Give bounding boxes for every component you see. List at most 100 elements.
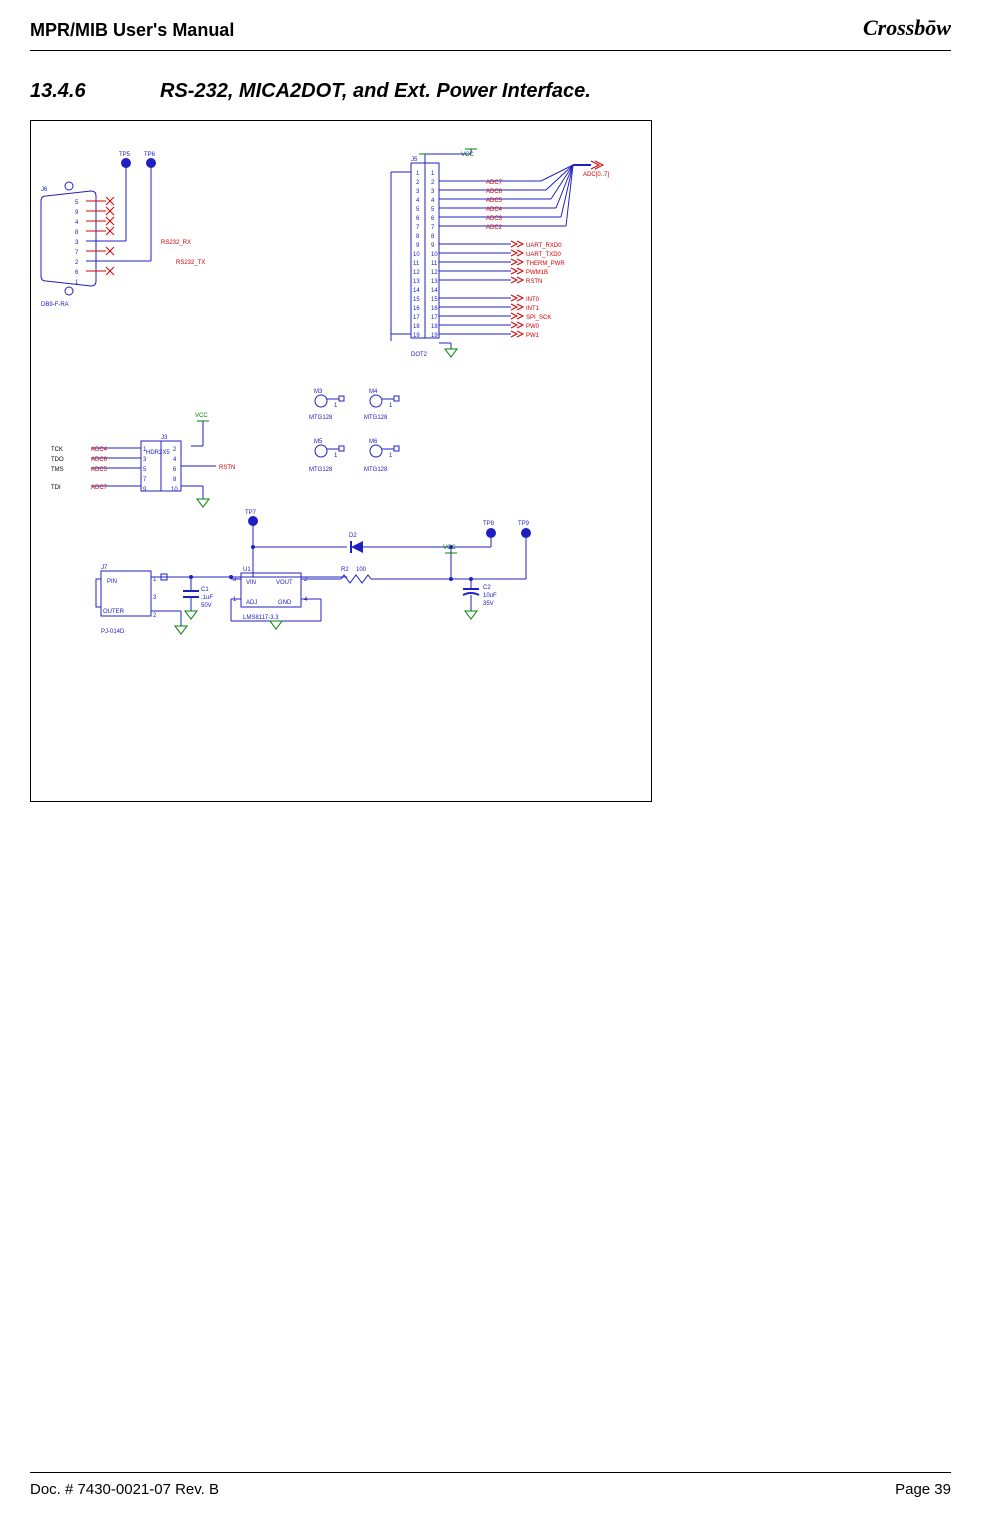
c1-ref: C1: [201, 587, 209, 593]
j5-uart-rxd0: UART_RXD0: [526, 243, 562, 249]
svg-text:6: 6: [416, 216, 420, 222]
j7-pin1: 1: [153, 577, 157, 583]
footer-rule: [30, 1472, 951, 1473]
svg-text:8: 8: [431, 234, 435, 240]
r2-resistor: R2 100: [331, 567, 451, 583]
u1-num3: 3: [233, 577, 237, 583]
svg-text:10: 10: [171, 487, 178, 493]
j3-adc5: ADC5: [91, 467, 108, 473]
section-title: RS-232, MICA2DOT, and Ext. Power Interfa…: [160, 80, 591, 103]
d2-diode: D2: [251, 533, 451, 553]
db9-pin-5: 5: [75, 200, 79, 206]
adc-bus-label: ADC[0..7]: [583, 172, 609, 178]
u1-num1: 1: [233, 597, 237, 603]
j3-tdi: TDI: [51, 485, 61, 491]
vcc-label: VCC: [443, 545, 456, 551]
j5-arrow-ports: [511, 241, 523, 337]
schematic-frame: J6 5 9 4 8 3 7 2 6 1: [30, 120, 652, 802]
d2-ref: D2: [349, 533, 357, 539]
j5-pw0: PW0: [526, 324, 540, 330]
svg-text:6: 6: [173, 467, 177, 473]
j5-gnd19: [439, 343, 457, 357]
rs232-rx: RS232_RX: [161, 240, 191, 246]
j5-partname: DOT2: [411, 352, 428, 358]
j5-therm-pwr: THERM_PWR: [526, 261, 565, 267]
svg-text:9: 9: [431, 243, 435, 249]
svg-text:14: 14: [431, 288, 438, 294]
m6-ref: M6: [369, 439, 378, 445]
tp8-pad: [486, 528, 496, 538]
svg-text:8: 8: [416, 234, 420, 240]
svg-text:16: 16: [413, 306, 420, 312]
m6-part: MTG128: [364, 467, 388, 473]
svg-text:3: 3: [431, 189, 435, 195]
j3-tck: TCK: [51, 447, 63, 453]
m3-ref: M3: [314, 389, 323, 395]
j5-adc5: ADC5: [486, 198, 503, 204]
svg-text:11: 11: [413, 261, 420, 267]
svg-text:10: 10: [413, 252, 420, 258]
tp6-label: TP6: [144, 152, 156, 158]
c2-val: 10uF: [483, 593, 497, 599]
tp9-pad: [521, 528, 531, 538]
svg-text:5: 5: [416, 207, 420, 213]
u1-adj: ADJ: [246, 600, 257, 606]
svg-text:15: 15: [413, 297, 420, 303]
db9-pin-4: 4: [75, 220, 79, 226]
schematic-svg: J6 5 9 4 8 3 7 2 6 1: [31, 121, 651, 801]
j3-adc6: ADC6: [91, 457, 108, 463]
db9-pin-9: 9: [75, 210, 79, 216]
j3-connector: J3 HDR2X5 12 34 56 78 910 VCC RSTN: [141, 413, 235, 507]
svg-text:17: 17: [431, 315, 438, 321]
j3-adc4: ADC4: [91, 447, 108, 453]
u1-num2: 2: [304, 577, 308, 583]
j5-adc6: ADC6: [486, 189, 503, 195]
svg-text:19: 19: [431, 333, 438, 339]
svg-text:5: 5: [431, 207, 435, 213]
db9-pin-3: 3: [75, 240, 79, 246]
j7-outer: OUTER: [103, 609, 125, 615]
db9-pin-8: 8: [75, 230, 79, 236]
j7-jack: J7 PIN OUTER 1 3 2 PJ-014D: [96, 565, 167, 635]
j5-vcc: VCC: [461, 152, 474, 158]
tp5-pad: [121, 158, 131, 168]
vcc-rail: VCC: [443, 537, 526, 581]
doc-title: MPR/MIB User's Manual: [30, 20, 234, 41]
u1-ref: U1: [243, 567, 251, 573]
svg-text:4: 4: [431, 198, 435, 204]
rs232-tx: RS232_TX: [176, 260, 205, 266]
svg-text:13: 13: [413, 279, 420, 285]
svg-text:18: 18: [413, 324, 420, 330]
svg-text:7: 7: [143, 477, 147, 483]
svg-text:1: 1: [416, 171, 420, 177]
j5-adc4: ADC4: [486, 207, 503, 213]
svg-text:2: 2: [416, 180, 420, 186]
svg-text:2: 2: [431, 180, 435, 186]
tp8-label: TP8: [483, 521, 495, 527]
m4-ref: M4: [369, 389, 378, 395]
m5-pin: 1: [334, 453, 338, 459]
svg-text:6: 6: [431, 216, 435, 222]
svg-text:9: 9: [143, 487, 147, 493]
tp9-label: TP9: [518, 521, 530, 527]
u1-part: LMS8117-3.3: [243, 615, 279, 621]
svg-text:2: 2: [173, 447, 177, 453]
j3-tms: TMS: [51, 467, 64, 473]
m4-pin: 1: [389, 403, 393, 409]
j5-int0: INT0: [526, 297, 540, 303]
j3-adc7: ADC7: [91, 485, 108, 491]
adc-bus-port: [591, 161, 603, 169]
u1-vin: VIN: [246, 580, 256, 586]
j5-rstn: RSTN: [526, 279, 542, 285]
r2-ref: R2: [341, 567, 349, 573]
m5-ref: M5: [314, 439, 323, 445]
db9-ref: J6: [41, 187, 48, 193]
c2-ref: C2: [483, 585, 491, 591]
c1-val: .1uF: [201, 595, 213, 601]
j5-pin-numbers: 11 22 33 44 55 66 77 88 99 1010 1111 121…: [413, 171, 438, 339]
footer-docnum: Doc. # 7430-0021-07 Rev. B: [30, 1481, 219, 1498]
m3-part: MTG128: [309, 415, 333, 421]
svg-text:4: 4: [416, 198, 420, 204]
j7-gnd: [175, 626, 187, 634]
u1-vout: VOUT: [276, 580, 293, 586]
